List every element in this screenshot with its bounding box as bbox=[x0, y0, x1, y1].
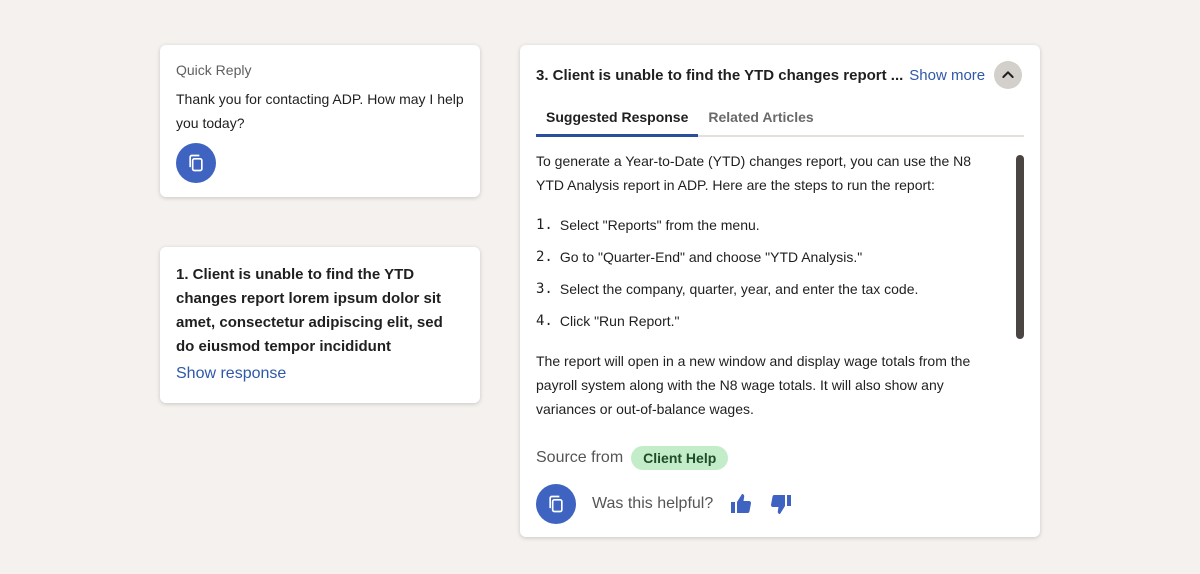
list-item: 1. Select "Reports" from the menu. bbox=[536, 213, 996, 237]
scrollbar[interactable] bbox=[1016, 155, 1024, 339]
show-response-link[interactable]: Show response bbox=[176, 365, 286, 383]
tab-suggested-response[interactable]: Suggested Response bbox=[536, 105, 699, 137]
source-row: Source from Client Help bbox=[536, 442, 1024, 474]
step-text: Select the company, quarter, year, and e… bbox=[559, 281, 919, 297]
tab-related-articles[interactable]: Related Articles bbox=[698, 105, 823, 135]
step-number: 4. bbox=[536, 313, 553, 329]
step-number: 2. bbox=[536, 249, 553, 265]
response-outro: The report will open in a new window and… bbox=[536, 353, 971, 417]
tab-bar: Suggested Response Related Articles bbox=[536, 105, 1024, 137]
answer-card: 3. Client is unable to find the YTD chan… bbox=[520, 45, 1040, 537]
list-item: 2. Go to "Quarter-End" and choose "YTD An… bbox=[536, 245, 996, 269]
thumbs-up-button[interactable] bbox=[729, 492, 753, 516]
step-text: Select "Reports" from the menu. bbox=[559, 217, 760, 233]
question-text: 1. Client is unable to find the YTD chan… bbox=[176, 266, 443, 355]
answer-header: 3. Client is unable to find the YTD chan… bbox=[536, 45, 1024, 105]
copy-icon bbox=[189, 154, 203, 172]
thumbs-up-icon bbox=[731, 494, 752, 514]
step-number: 3. bbox=[536, 281, 553, 297]
chevron-up-icon bbox=[1002, 71, 1014, 78]
copy-response-button[interactable] bbox=[536, 484, 576, 524]
response-intro: To generate a Year-to-Date (YTD) changes… bbox=[536, 153, 972, 193]
step-number: 1. bbox=[536, 217, 553, 233]
response-steps: 1. Select "Reports" from the menu. 2. Go t… bbox=[536, 213, 996, 333]
feedback-row: Was this helpful? bbox=[536, 484, 1024, 524]
list-item: 4. Click "Run Report." bbox=[536, 309, 996, 333]
step-text: Go to "Quarter-End" and choose "YTD Anal… bbox=[559, 249, 863, 265]
source-label: Source from bbox=[536, 449, 624, 466]
quick-reply-text: Thank you for contacting ADP. How may I … bbox=[176, 91, 464, 131]
thumbs-down-button[interactable] bbox=[769, 492, 793, 516]
copy-button[interactable] bbox=[176, 143, 216, 183]
quick-reply-card: Quick Reply Thank you for contacting ADP… bbox=[160, 45, 480, 197]
collapse-button[interactable] bbox=[994, 61, 1023, 89]
helpful-prompt: Was this helpful? bbox=[592, 495, 714, 512]
step-text: Click "Run Report." bbox=[559, 313, 680, 329]
show-more-link[interactable]: Show more bbox=[909, 67, 985, 84]
question-card: 1. Client is unable to find the YTD chan… bbox=[160, 247, 480, 403]
list-item: 3. Select the company, quarter, year, and… bbox=[536, 277, 996, 301]
answer-title: 3. Client is unable to find the YTD chan… bbox=[536, 66, 904, 84]
quick-reply-title: Quick Reply bbox=[176, 62, 252, 78]
response-scroll-area[interactable]: To generate a Year-to-Date (YTD) changes… bbox=[536, 149, 1024, 441]
source-badge[interactable]: Client Help bbox=[631, 446, 729, 470]
copy-icon bbox=[549, 495, 563, 513]
thumbs-down-icon bbox=[771, 494, 792, 514]
